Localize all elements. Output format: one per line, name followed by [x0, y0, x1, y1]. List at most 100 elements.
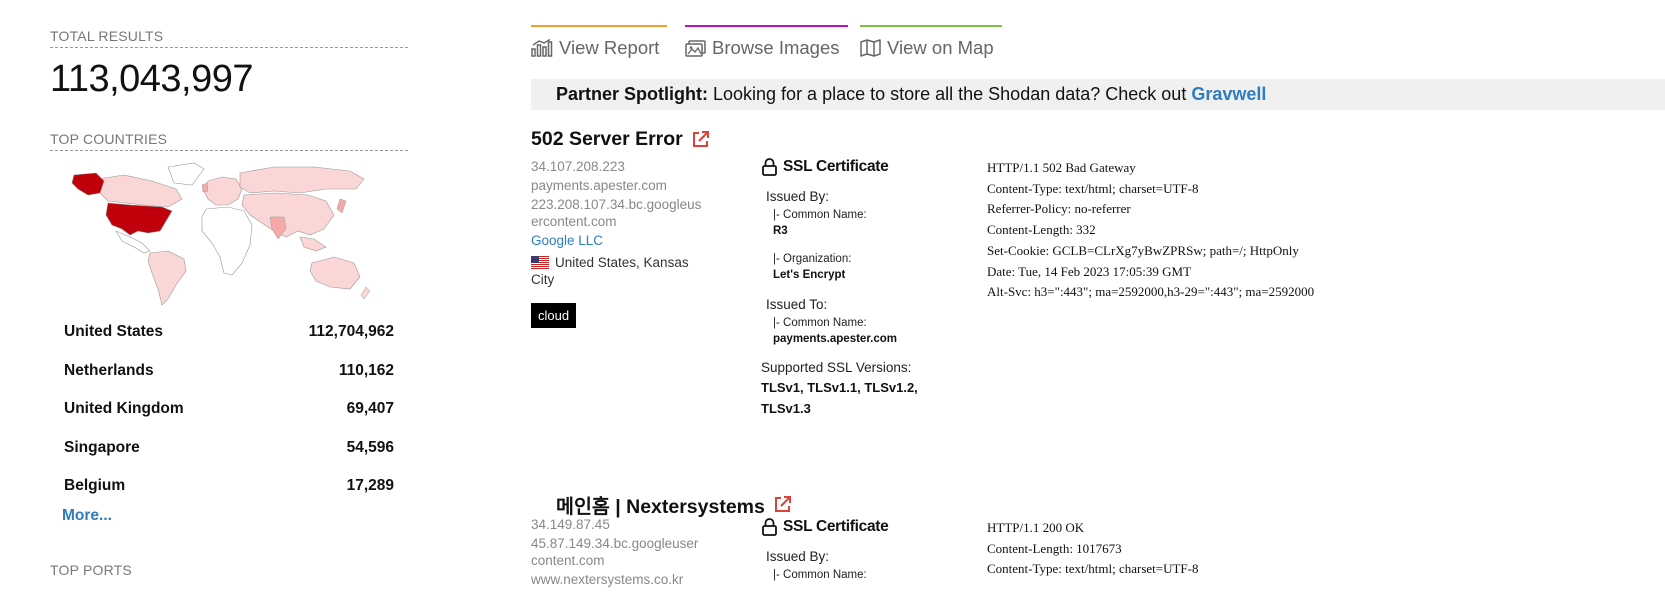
subject-cn-value: payments.apester.com	[773, 333, 898, 345]
map-region-japan	[336, 198, 347, 214]
map-region-usa[interactable]	[105, 202, 173, 236]
result-hostname: ercontent.com	[531, 214, 617, 229]
country-list: United States 112,704,962 Netherlands 11…	[50, 313, 408, 506]
partner-spotlight-banner: Partner Spotlight: Looking for a place t…	[531, 79, 1665, 110]
map-region-uk	[201, 182, 209, 193]
result-meta: 34.149.87.45 45.87.149.34.bc.googleuser …	[531, 516, 716, 588]
result-ip: 34.107.208.223	[531, 159, 625, 174]
us-flag-icon	[531, 256, 549, 269]
map-region-se-asia	[299, 236, 327, 252]
tag-cloud[interactable]: cloud	[531, 303, 577, 328]
tab-view-on-map[interactable]: View on Map	[860, 25, 1002, 59]
banner-text: Looking for a place to store all the Sho…	[708, 84, 1192, 104]
subject-cn-label: |- Common Name:	[773, 317, 867, 329]
issuer-cn-value: R3	[773, 225, 788, 237]
view-tabs: View Report Browse Images View on Map	[531, 25, 1002, 59]
map-region-africa	[201, 206, 253, 276]
ssl-heading-text: SSL Certificate	[783, 518, 889, 535]
external-link-icon[interactable]	[773, 495, 792, 514]
result-card: 502 Server Error 34.107.208.223 payments…	[531, 128, 1631, 416]
country-count: 110,162	[338, 361, 394, 379]
top-ports-title: TOP PORTS	[50, 561, 132, 578]
result-title: 502 Server Error	[531, 128, 1631, 151]
issued-by-label: Issued By:	[766, 549, 830, 564]
map-region-south-america	[147, 250, 187, 306]
country-count: 112,704,962	[308, 323, 394, 341]
top-countries-title: TOP COUNTRIES	[50, 131, 408, 151]
http-header-line: Content-Length: 1017673	[987, 540, 1122, 556]
http-header-line: HTTP/1.1 502 Bad Gateway	[987, 160, 1136, 175]
result-title: 메인홈 | Nextersystems	[531, 490, 1631, 519]
result-meta: 34.107.208.223 payments.apester.com 223.…	[531, 158, 716, 328]
http-header-line: Set-Cookie: GCLB=CLrXg7yBwZPRSw; path=/;…	[987, 242, 1299, 258]
country-name: Singapore	[64, 438, 140, 456]
country-name: United Kingdom	[64, 400, 184, 418]
tab-label: View on Map	[887, 37, 994, 58]
country-name: United States	[64, 323, 164, 341]
gravwell-link[interactable]: Gravwell	[1191, 84, 1266, 104]
ssl-versions-label: Supported SSL Versions:	[761, 360, 912, 375]
country-row[interactable]: Netherlands 110,162	[50, 352, 408, 391]
country-row[interactable]: United States 112,704,962	[50, 313, 408, 352]
tab-label: Browse Images	[712, 37, 840, 58]
ssl-heading-text: SSL Certificate	[783, 158, 889, 175]
total-results-title: TOTAL RESULTS	[50, 28, 408, 48]
issuer-org-value: Let's Encrypt	[773, 269, 846, 281]
ssl-certificate-panel: SSL Certificate Issued By: |- Common Nam…	[761, 518, 951, 581]
country-row[interactable]: Singapore 54,596	[50, 429, 408, 468]
tab-view-report[interactable]: View Report	[531, 25, 667, 59]
result-title-link[interactable]: 502 Server Error	[531, 128, 683, 151]
country-name: Netherlands	[64, 361, 154, 379]
map-region-new-zealand	[360, 286, 371, 300]
country-row[interactable]: Belgium 17,289	[50, 467, 408, 506]
map-region-australia	[309, 256, 361, 290]
map-region-russia	[239, 166, 365, 194]
result-ip: 34.149.87.45	[531, 517, 610, 532]
result-hostname: payments.apester.com	[531, 178, 667, 193]
result-title-link[interactable]: 메인홈 | Nextersystems	[556, 490, 765, 519]
report-chart-icon	[531, 39, 553, 57]
country-count: 54,596	[346, 438, 394, 456]
country-count: 17,289	[346, 477, 394, 495]
tab-label: View Report	[559, 37, 660, 58]
result-org-link[interactable]: Google LLC	[531, 232, 716, 249]
total-results-value: 113,043,997	[50, 58, 254, 100]
map-icon	[860, 39, 881, 57]
images-icon	[685, 39, 706, 57]
http-header-line: Referrer-Policy: no-referrer	[987, 201, 1131, 217]
map-region-canada	[97, 174, 183, 208]
map-region-greenland	[167, 162, 205, 186]
country-name: Belgium	[64, 477, 126, 495]
ssl-versions-value: TLSv1, TLSv1.1, TLSv1.2, TLSv1.3	[761, 380, 918, 416]
lock-icon	[762, 158, 777, 176]
country-row[interactable]: United Kingdom 69,407	[50, 390, 408, 429]
world-map[interactable]	[64, 159, 374, 309]
lock-icon	[762, 518, 777, 536]
issued-to-label: Issued To:	[766, 297, 828, 312]
map-region-asia	[241, 192, 335, 238]
http-header-line: HTTP/1.1 200 OK	[987, 520, 1085, 535]
result-location: United States, Kansas City	[531, 254, 716, 288]
http-header-line: Content-Type: text/html; charset=UTF-8	[987, 561, 1199, 577]
result-hostname: 223.208.107.34.bc.googleus	[531, 197, 702, 212]
result-card: 메인홈 | Nextersystems 34.149.87.45 45.87.1…	[531, 490, 1631, 587]
http-header-line: Alt-Svc: h3=":443"; ma=2592000,h3-29=":4…	[987, 284, 1315, 300]
banner-lead: Partner Spotlight:	[556, 84, 708, 104]
country-count: 69,407	[346, 400, 394, 418]
result-hostname: 45.87.149.34.bc.googleuser	[531, 536, 699, 551]
issued-by-label: Issued By:	[766, 189, 830, 204]
http-response: HTTP/1.1 200 OK Content-Length: 1017673 …	[987, 518, 1199, 580]
result-hostname: content.com	[531, 553, 605, 568]
issuer-cn-label: |- Common Name:	[773, 209, 867, 221]
external-link-icon[interactable]	[691, 130, 710, 149]
http-header-line: Date: Tue, 14 Feb 2023 17:05:39 GMT	[987, 263, 1192, 279]
ssl-heading: SSL Certificate	[761, 518, 951, 536]
more-countries-link[interactable]: More...	[62, 506, 408, 536]
map-region-alaska[interactable]	[71, 172, 105, 196]
sidebar: TOTAL RESULTS 113,043,997 TOP COUNTRIES	[50, 28, 408, 581]
tab-browse-images[interactable]: Browse Images	[685, 25, 848, 59]
issuer-org-label: |- Organization:	[773, 253, 852, 265]
map-region-mexico	[115, 230, 151, 254]
location-line2: City	[531, 272, 555, 287]
result-hostname: www.nextersystems.co.kr	[531, 572, 684, 587]
